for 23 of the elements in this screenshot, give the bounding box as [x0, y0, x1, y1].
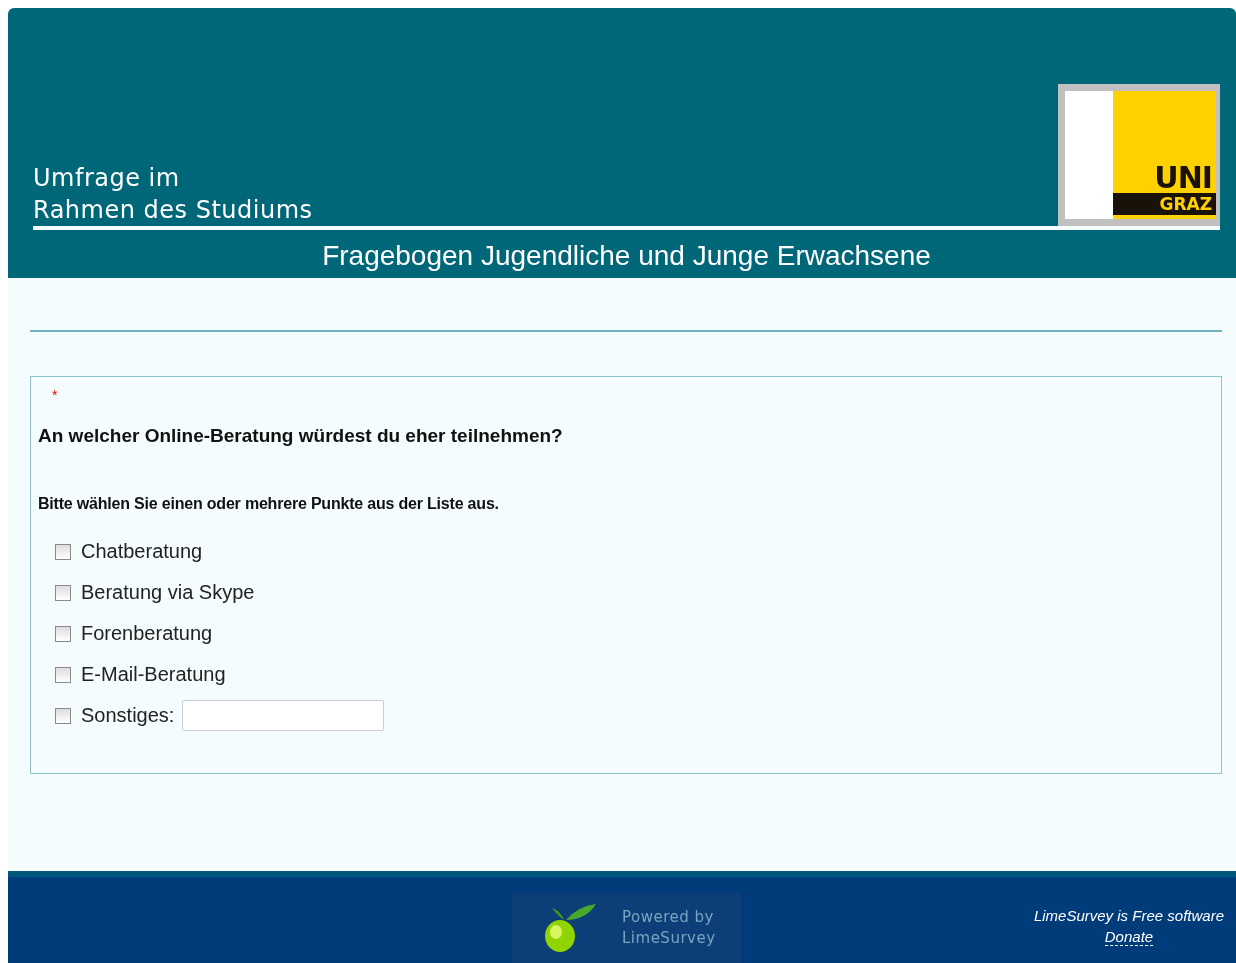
checkbox[interactable]	[55, 625, 71, 642]
option-label: Beratung via Skype	[81, 581, 255, 604]
survey-subtitle: Fragebogen Jugendliche und Junge Erwachsene	[321, 240, 932, 272]
logo-text: GRAZ	[1113, 193, 1216, 215]
mandatory-mark: *	[52, 387, 59, 403]
checkbox[interactable]	[55, 584, 71, 601]
option-label: Forenberatung	[81, 622, 213, 645]
donate-link[interactable]: Donate	[1104, 928, 1154, 946]
checkbox[interactable]	[55, 707, 71, 724]
help-text: Bitte wählen Sie einen oder mehrere Punkte aus der Liste aus.	[38, 495, 500, 513]
powered-by-text: Powered by LimeSurvey	[622, 907, 716, 949]
free-software-text: LimeSurvey is Free software	[1033, 907, 1224, 924]
other-input-field[interactable]	[182, 700, 385, 731]
logo-text: UNI	[1153, 163, 1213, 193]
lime-icon	[542, 902, 598, 954]
option-label: Sonstiges:	[81, 704, 175, 727]
checkbox[interactable]	[55, 666, 71, 683]
powered-by-badge[interactable]: Powered by LimeSurvey	[512, 893, 741, 963]
option-label: Chatberatung	[81, 540, 203, 563]
question-text: An welcher Online-Beratung würdest du eher teilnehmen?	[38, 425, 564, 447]
option-label: E-Mail-Beratung	[81, 663, 226, 686]
survey-title: Umfrage im Rahmen des Studiums	[33, 163, 313, 226]
checkbox[interactable]	[55, 543, 71, 560]
